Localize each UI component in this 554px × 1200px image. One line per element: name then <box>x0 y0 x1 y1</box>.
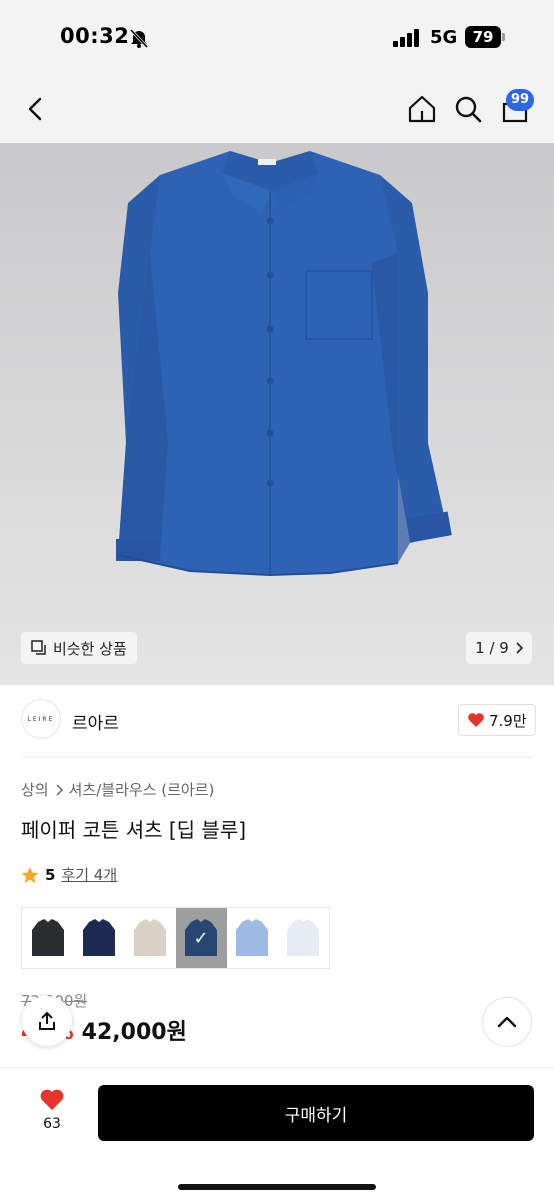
status-bar: 00:32 5G 79 <box>0 0 554 76</box>
wishlist-button[interactable]: 63 <box>28 1088 76 1140</box>
color-swatch[interactable] <box>124 908 175 968</box>
chevron-up-icon <box>497 1016 517 1028</box>
chevron-left-icon <box>28 97 42 121</box>
nav-bar <box>0 76 554 143</box>
similar-products-button[interactable]: 비슷한 상품 <box>21 632 137 664</box>
bell-slash-icon <box>129 28 149 49</box>
copy-icon <box>31 640 46 655</box>
status-time: 00:32 <box>60 24 130 48</box>
home-button[interactable] <box>402 89 442 129</box>
brand-logo[interactable]: LEIRE <box>21 699 61 739</box>
heart-icon <box>468 713 484 727</box>
image-page-indicator: 1 / 9 <box>475 639 509 657</box>
heart-icon <box>40 1089 64 1110</box>
shirt-thumbnail <box>287 919 320 956</box>
sale-price: 42,000원 <box>81 1020 187 1045</box>
breadcrumb: 상의 셔츠/블라우스 (르아르) <box>21 779 214 800</box>
brand-like-count: 7.9만 <box>489 711 527 730</box>
search-icon <box>455 96 482 123</box>
home-indicator <box>178 1184 376 1190</box>
back-button[interactable] <box>16 89 56 129</box>
wishlist-count: 63 <box>43 1116 61 1132</box>
color-swatch[interactable] <box>278 908 329 968</box>
signal-icon <box>393 29 419 47</box>
battery-indicator: 79 <box>465 26 501 48</box>
checkmark-icon: ✓ <box>193 927 209 949</box>
battery-tip <box>502 33 505 41</box>
image-pager[interactable]: 1 / 9 <box>466 632 532 664</box>
cart-badge: 99 <box>506 89 534 111</box>
color-swatch[interactable] <box>22 908 73 968</box>
product-image-gallery[interactable]: 비슷한 상품 1 / 9 <box>0 143 554 685</box>
bottom-action-bar: 63 구매하기 <box>0 1067 554 1200</box>
search-button[interactable] <box>448 89 488 129</box>
divider <box>21 757 533 758</box>
breadcrumb-item-category[interactable]: 상의 <box>21 779 49 800</box>
brand-like-button[interactable]: 7.9만 <box>458 704 536 736</box>
chevron-right-icon <box>56 783 63 796</box>
product-title: 페이퍼 코튼 셔츠 [딥 블루] <box>21 818 247 842</box>
shirt-thumbnail <box>236 919 269 956</box>
rating-score: 5 <box>45 865 56 884</box>
buy-button[interactable]: 구매하기 <box>98 1085 534 1141</box>
product-image <box>116 151 452 577</box>
share-icon <box>39 1012 55 1030</box>
brand-row: LEIRE 르아르 7.9만 <box>0 685 554 757</box>
network-label: 5G <box>430 27 458 48</box>
color-swatch-selected[interactable]: ✓ <box>175 908 227 968</box>
scroll-top-button[interactable] <box>482 997 532 1047</box>
shirt-thumbnail <box>133 919 166 956</box>
breadcrumb-item-subcategory[interactable]: 셔츠/블라우스 (르아르) <box>69 779 215 800</box>
rating-row: 5 후기 4개 <box>21 864 117 885</box>
color-swatch[interactable] <box>73 908 124 968</box>
similar-products-label: 비슷한 상품 <box>53 639 127 658</box>
share-button[interactable] <box>22 996 72 1046</box>
home-icon <box>408 95 436 123</box>
chevron-right-icon <box>516 642 523 654</box>
review-count-link[interactable]: 후기 4개 <box>61 864 117 885</box>
color-swatch[interactable] <box>227 908 278 968</box>
star-icon <box>21 866 39 883</box>
shirt-thumbnail <box>82 919 115 956</box>
color-swatches: ✓ <box>21 907 330 969</box>
brand-name[interactable]: 르아르 <box>72 709 119 734</box>
shirt-thumbnail <box>31 919 64 956</box>
